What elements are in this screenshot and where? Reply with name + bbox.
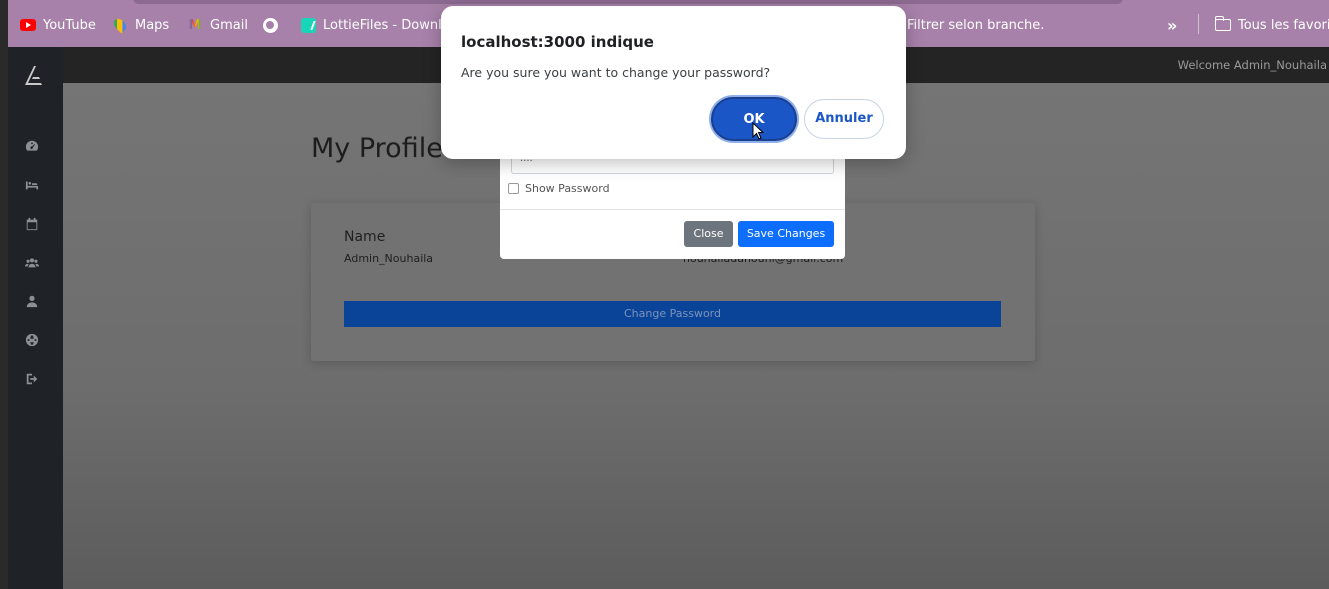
dashboard-icon[interactable] [25,138,39,152]
maps-icon [111,16,129,34]
divider [1198,14,1199,34]
lottiefiles-icon [300,17,316,33]
cancel-button[interactable]: Annuler [804,99,884,139]
bookmark-globe[interactable] [262,16,278,34]
mouse-cursor-icon [752,122,764,140]
all-bookmarks-button[interactable]: Tous les favoris [1214,16,1329,34]
address-bar-edge [133,0,1123,4]
logout-icon[interactable] [25,371,39,385]
user-icon[interactable] [25,293,39,308]
show-password-checkbox[interactable] [508,183,519,194]
change-password-button[interactable]: Change Password [344,301,1001,327]
desktop-edge [0,0,8,589]
bookmark-youtube[interactable]: YouTube [20,16,96,34]
bookmark-label: Gmail [210,17,248,33]
app-logo-icon [25,66,42,85]
globe-icon[interactable] [25,332,39,347]
bookmark-maps[interactable]: Maps [111,16,170,34]
bookmark-gmail[interactable]: M Gmail [187,16,248,34]
folder-icon [1214,16,1231,33]
bookmark-label: YouTube [43,17,96,33]
show-password-toggle[interactable]: Show Password [508,182,610,195]
name-value: Admin_Nouhaila [344,252,434,265]
all-bookmarks-label: Tous les favoris [1238,17,1329,33]
bookmark-label: Maps [135,17,170,33]
calendar-icon[interactable] [25,216,39,231]
app-sidebar [8,47,63,589]
show-password-label: Show Password [525,182,610,195]
bookmark-filtrer[interactable]: Filtrer selon branche. [907,16,1044,34]
bookmark-label: Filtrer selon branche. [907,17,1045,33]
name-label: Name [344,229,386,245]
close-button[interactable]: Close [684,221,733,247]
modal-footer-divider [500,209,845,210]
globe-icon [262,17,278,33]
gmail-icon: M [188,17,202,33]
youtube-icon [20,17,36,33]
page-title: My Profile [311,133,443,164]
users-icon[interactable] [25,255,39,269]
dialog-title: localhost:3000 indique [461,33,654,51]
welcome-text: Welcome Admin_Nouhaila [1177,58,1327,72]
bookmark-lottiefiles[interactable]: LottieFiles - Downlo... [300,16,462,34]
save-changes-button[interactable]: Save Changes [738,221,834,247]
more-bookmarks-button[interactable]: » [1167,15,1178,35]
bed-icon[interactable] [25,177,39,191]
dialog-message: Are you sure you want to change your pas… [461,65,771,80]
chevrons-right-icon: » [1167,15,1178,35]
confirm-dialog: localhost:3000 indique Are you sure you … [441,6,906,159]
